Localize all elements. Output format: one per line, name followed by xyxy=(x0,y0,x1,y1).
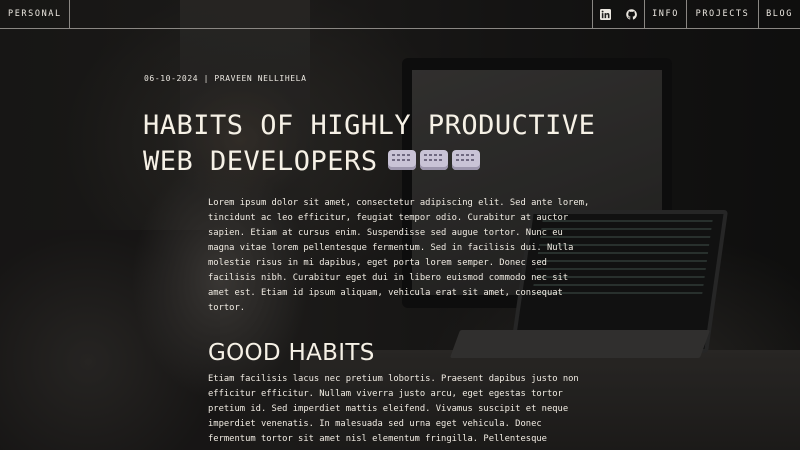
title-emoji-group xyxy=(378,146,480,177)
top-navigation: PERSONAL INFO PROJECTS BLOG xyxy=(0,0,800,29)
keyboard-icon xyxy=(419,149,448,170)
section-paragraph: Etiam facilisis lacus nec pretium lobort… xyxy=(208,374,579,444)
intro-paragraph: Lorem ipsum dolor sit amet, consectetur … xyxy=(208,198,590,313)
nav-link-blog[interactable]: BLOG xyxy=(758,0,800,28)
post-title: HABITS OF HIGHLY PRODUCTIVE WEB DEVELOPE… xyxy=(143,108,703,180)
keyboard-icon xyxy=(451,149,480,170)
section-heading: GOOD HABITS xyxy=(208,340,375,366)
keyboard-icon xyxy=(387,149,416,170)
blog-post: 06-10-2024 | PRAVEEN NELLIHELA HABITS OF… xyxy=(0,0,800,450)
nav-link-projects[interactable]: PROJECTS xyxy=(686,0,758,28)
post-title-line-1: HABITS OF HIGHLY PRODUCTIVE xyxy=(143,110,596,141)
nav-link-info[interactable]: INFO xyxy=(644,0,686,28)
github-icon[interactable] xyxy=(618,0,644,28)
post-title-line-2: WEB DEVELOPERS xyxy=(143,146,378,177)
post-meta: 06-10-2024 | PRAVEEN NELLIHELA xyxy=(144,74,307,83)
nav-right-group: INFO PROJECTS BLOG xyxy=(592,0,800,28)
brand-link[interactable]: PERSONAL xyxy=(0,0,70,28)
linkedin-icon[interactable] xyxy=(592,0,618,28)
